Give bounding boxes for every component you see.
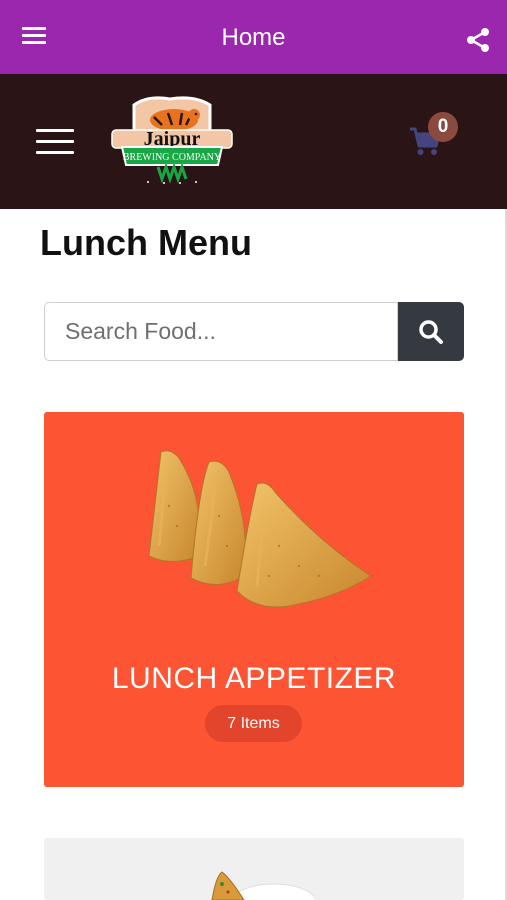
category-item-count-badge: 7 Items — [205, 705, 302, 742]
page-title: Lunch Menu — [40, 222, 252, 263]
food-image — [211, 871, 314, 900]
logo-banner-text: BREWING COMPANY — [123, 152, 221, 163]
site-menu-icon[interactable] — [36, 129, 74, 155]
restaurant-logo: Jaipur BREWING COMPANY — [111, 96, 233, 184]
category-label: LUNCH APPETIZER — [111, 662, 397, 695]
search-button[interactable] — [398, 302, 464, 361]
share-icon[interactable] — [464, 26, 492, 54]
search-icon — [419, 320, 443, 344]
search-input[interactable] — [44, 302, 398, 361]
cart-count-badge: 0 — [428, 112, 458, 142]
samosa-image — [148, 450, 372, 608]
app-bar-title: Home — [221, 24, 286, 51]
category-card-next[interactable] — [44, 838, 464, 900]
app-bar: Home — [0, 0, 507, 74]
category-card-lunch-appetizer[interactable]: LUNCH APPETIZER 7 Items — [44, 412, 464, 787]
